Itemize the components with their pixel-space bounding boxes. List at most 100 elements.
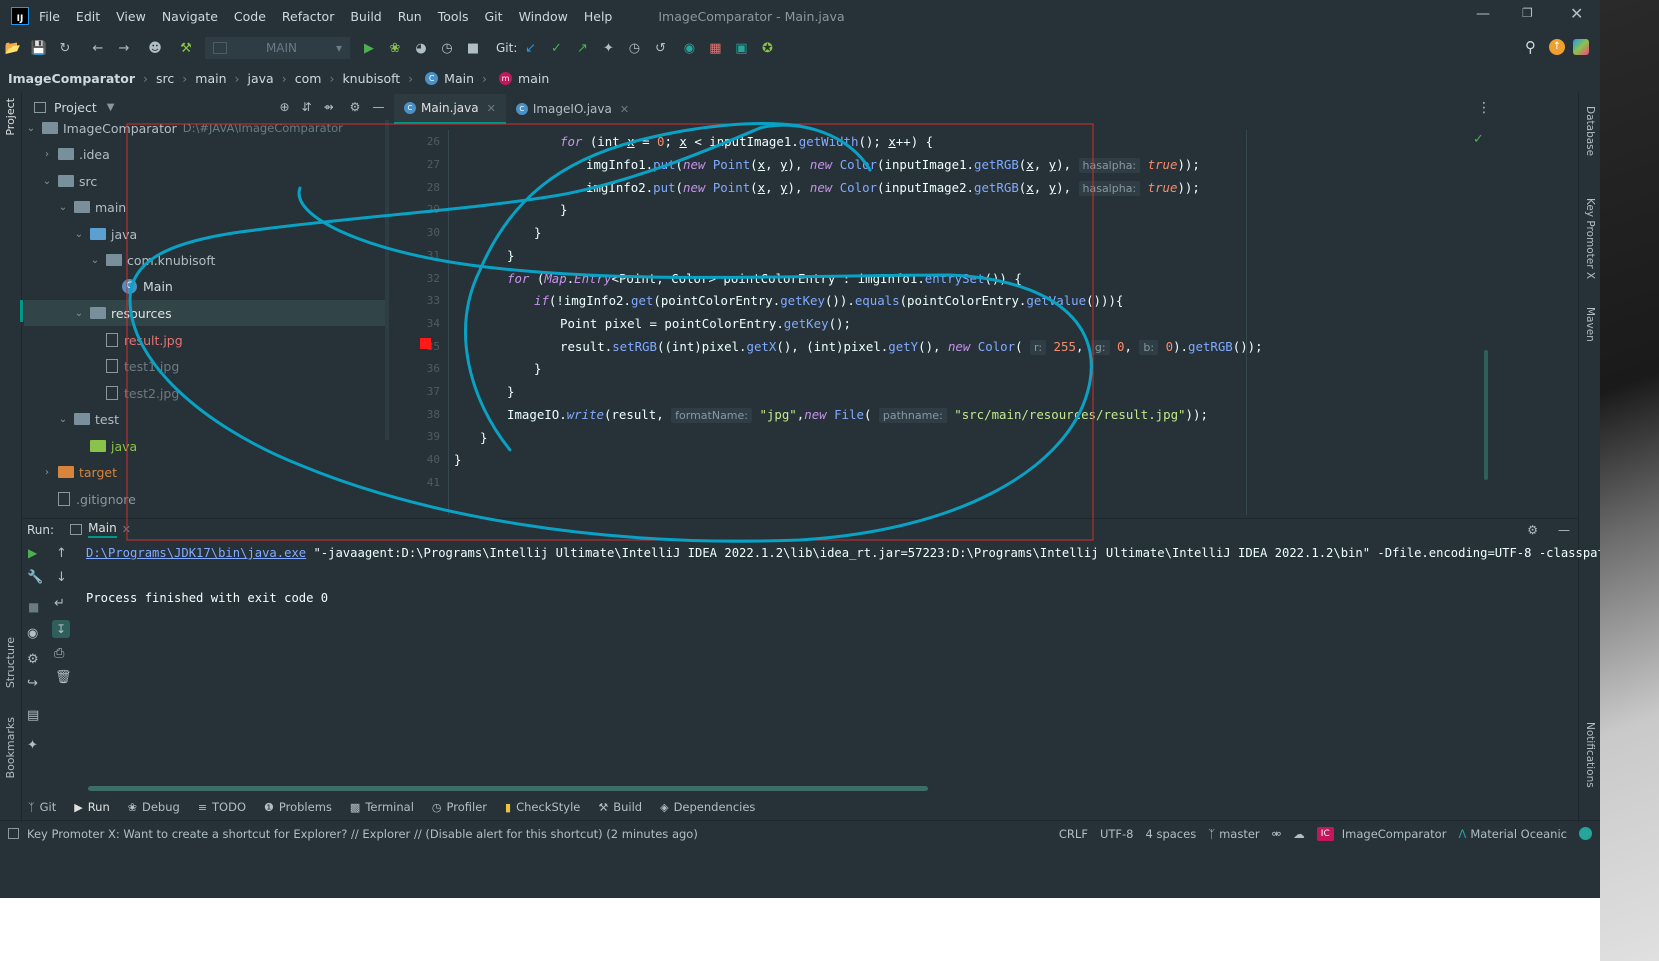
close-icon[interactable]: ✕	[122, 523, 131, 536]
rollback-icon[interactable]: ↺	[652, 40, 668, 56]
menu-help[interactable]: Help	[584, 9, 613, 24]
build-hammer-icon[interactable]: ⚒	[178, 40, 194, 56]
back-arrow-icon[interactable]: ←	[90, 40, 106, 56]
crumb-class-main[interactable]: Main	[444, 71, 474, 86]
git-branch-icon[interactable]: ✦	[600, 40, 616, 56]
git-commit-icon[interactable]: ✓	[548, 40, 564, 56]
menu-view[interactable]: View	[116, 9, 146, 24]
sync-icon[interactable]: ↻	[57, 40, 73, 56]
stripe-database[interactable]: Database	[1584, 106, 1596, 156]
btab-git[interactable]: ᛉ Git	[28, 800, 56, 814]
exit-icon[interactable]: ↪	[27, 676, 38, 691]
minimize-icon[interactable]: —	[1476, 6, 1490, 22]
stripe-maven[interactable]: Maven	[1584, 307, 1596, 342]
project-name[interactable]: ImageComparator	[1342, 827, 1447, 841]
tree-row-main-class[interactable]: C Main	[118, 273, 173, 299]
tree-scrollbar[interactable]	[385, 120, 389, 440]
open-folder-icon[interactable]: 📂	[5, 40, 21, 56]
plugin-icon[interactable]: ◉	[681, 40, 697, 56]
crumb-com[interactable]: com	[295, 71, 322, 86]
console-horizontal-scrollbar[interactable]	[88, 786, 928, 791]
menu-file[interactable]: File	[39, 9, 60, 24]
menu-edit[interactable]: Edit	[76, 9, 100, 24]
crumb-knubisoft[interactable]: knubisoft	[342, 71, 400, 86]
grid-icon[interactable]: ▦	[707, 40, 723, 56]
layout-icon[interactable]: ▤	[27, 708, 39, 723]
close-window-icon[interactable]: ✕	[1570, 4, 1583, 23]
user-icon[interactable]: ☻	[147, 40, 163, 56]
profile-icon[interactable]: ◷	[439, 40, 455, 56]
gear-icon[interactable]: ⚙	[350, 100, 361, 114]
update-icon[interactable]: ↑	[1549, 39, 1565, 55]
code-editor[interactable]: for (int x = 0; x < inputImage1.getWidth…	[454, 130, 1560, 515]
tree-row-test2-jpg[interactable]: test2.jpg	[102, 380, 179, 406]
print-icon[interactable]: ⎙	[54, 646, 64, 661]
close-icon[interactable]: ✕	[620, 103, 629, 116]
stripe-structure[interactable]: Structure	[4, 637, 17, 688]
btab-checkstyle[interactable]: ▮ CheckStyle	[505, 800, 580, 814]
more-options-icon[interactable]: ⋮	[1477, 100, 1491, 116]
btab-build[interactable]: ⚒ Build	[598, 800, 642, 814]
stop-icon[interactable]: ■	[465, 40, 481, 56]
soft-wrap-icon[interactable]: ↵	[54, 596, 65, 611]
tree-row-result-jpg[interactable]: result.jpg	[102, 327, 183, 353]
file-encoding[interactable]: UTF-8	[1100, 827, 1134, 841]
pin-icon[interactable]: ✦	[27, 738, 38, 753]
toggle-tool-windows-icon[interactable]	[8, 828, 19, 839]
menu-run[interactable]: Run	[398, 9, 422, 24]
git-push-icon[interactable]: ↗	[574, 40, 590, 56]
tree-row-src[interactable]: ⌄ src	[40, 168, 97, 194]
tree-row-test-java[interactable]: java	[86, 433, 137, 459]
menu-build[interactable]: Build	[350, 9, 381, 24]
crumb-java[interactable]: java	[248, 71, 274, 86]
menu-navigate[interactable]: Navigate	[162, 9, 218, 24]
forward-arrow-icon[interactable]: →	[116, 40, 132, 56]
tree-row-resources[interactable]: ⌄ resources	[24, 300, 388, 326]
run-config-select[interactable]: MAIN ▾	[205, 37, 350, 59]
tree-row-test[interactable]: ⌄ test	[56, 406, 119, 432]
menu-tools[interactable]: Tools	[438, 9, 469, 24]
stripe-project[interactable]: Project	[4, 98, 17, 136]
debug-bug-icon[interactable]: ❀	[387, 40, 403, 56]
btab-todo[interactable]: ≡ TODO	[198, 800, 246, 814]
collapse-all-icon[interactable]: ⇴	[324, 100, 334, 114]
trash-icon[interactable]: 🗑	[55, 670, 72, 685]
tree-row-root[interactable]: ⌄ ImageComparator D:\#JAVA\ImageComparat…	[24, 115, 343, 141]
tree-row-idea[interactable]: › .idea	[40, 141, 110, 167]
indent-setting[interactable]: 4 spaces	[1145, 827, 1196, 841]
crumb-project[interactable]: ImageComparator	[8, 71, 135, 86]
chevron-down-icon[interactable]: ▼	[107, 102, 115, 113]
run-icon[interactable]: ▶	[361, 40, 377, 56]
btab-terminal[interactable]: ▩ Terminal	[350, 800, 414, 814]
tree-row-test1-jpg[interactable]: test1.jpg	[102, 353, 179, 379]
cloud-icon[interactable]: ☁	[1293, 827, 1305, 841]
theme-name[interactable]: Material Oceanic	[1470, 827, 1567, 841]
history-clock-icon[interactable]: ◷	[626, 40, 642, 56]
tree-row-gitignore[interactable]: .gitignore	[54, 486, 136, 512]
coverage-icon[interactable]: ◕	[413, 40, 429, 56]
line-separator[interactable]: CRLF	[1059, 827, 1088, 841]
puzzle-icon[interactable]: ✪	[759, 40, 775, 56]
java-exe-link[interactable]: D:\Programs\JDK17\bin\java.exe	[86, 546, 306, 560]
menu-code[interactable]: Code	[234, 9, 266, 24]
crumb-main[interactable]: main	[195, 71, 226, 86]
restore-icon[interactable]: ❐	[1522, 6, 1533, 20]
tree-row-target[interactable]: › target	[40, 459, 117, 485]
hide-panel-icon[interactable]: —	[372, 100, 384, 114]
menu-git[interactable]: Git	[485, 9, 503, 24]
hide-panel-icon[interactable]: —	[1558, 523, 1570, 537]
lock-icon[interactable]: ⚮	[1272, 827, 1282, 841]
save-icon[interactable]: 💾	[31, 40, 47, 56]
console-output[interactable]: D:\Programs\JDK17\bin\java.exe "-javaage…	[86, 543, 1600, 623]
stripe-key-promoter[interactable]: Key Promoter X	[1584, 198, 1596, 279]
crumb-method-main[interactable]: main	[518, 71, 549, 86]
menu-window[interactable]: Window	[519, 9, 568, 24]
gear-icon[interactable]: ⚙	[1527, 523, 1538, 537]
git-branch[interactable]: master	[1219, 827, 1260, 841]
tree-row-package[interactable]: ⌄ com.knubisoft	[88, 247, 216, 273]
btab-dependencies[interactable]: ◈ Dependencies	[660, 800, 755, 814]
scroll-to-end-icon[interactable]: ↧	[52, 620, 70, 638]
breakpoint-icon[interactable]	[420, 338, 431, 349]
screen-icon[interactable]: ▣	[733, 40, 749, 56]
search-icon[interactable]: ⚲	[1525, 38, 1536, 56]
